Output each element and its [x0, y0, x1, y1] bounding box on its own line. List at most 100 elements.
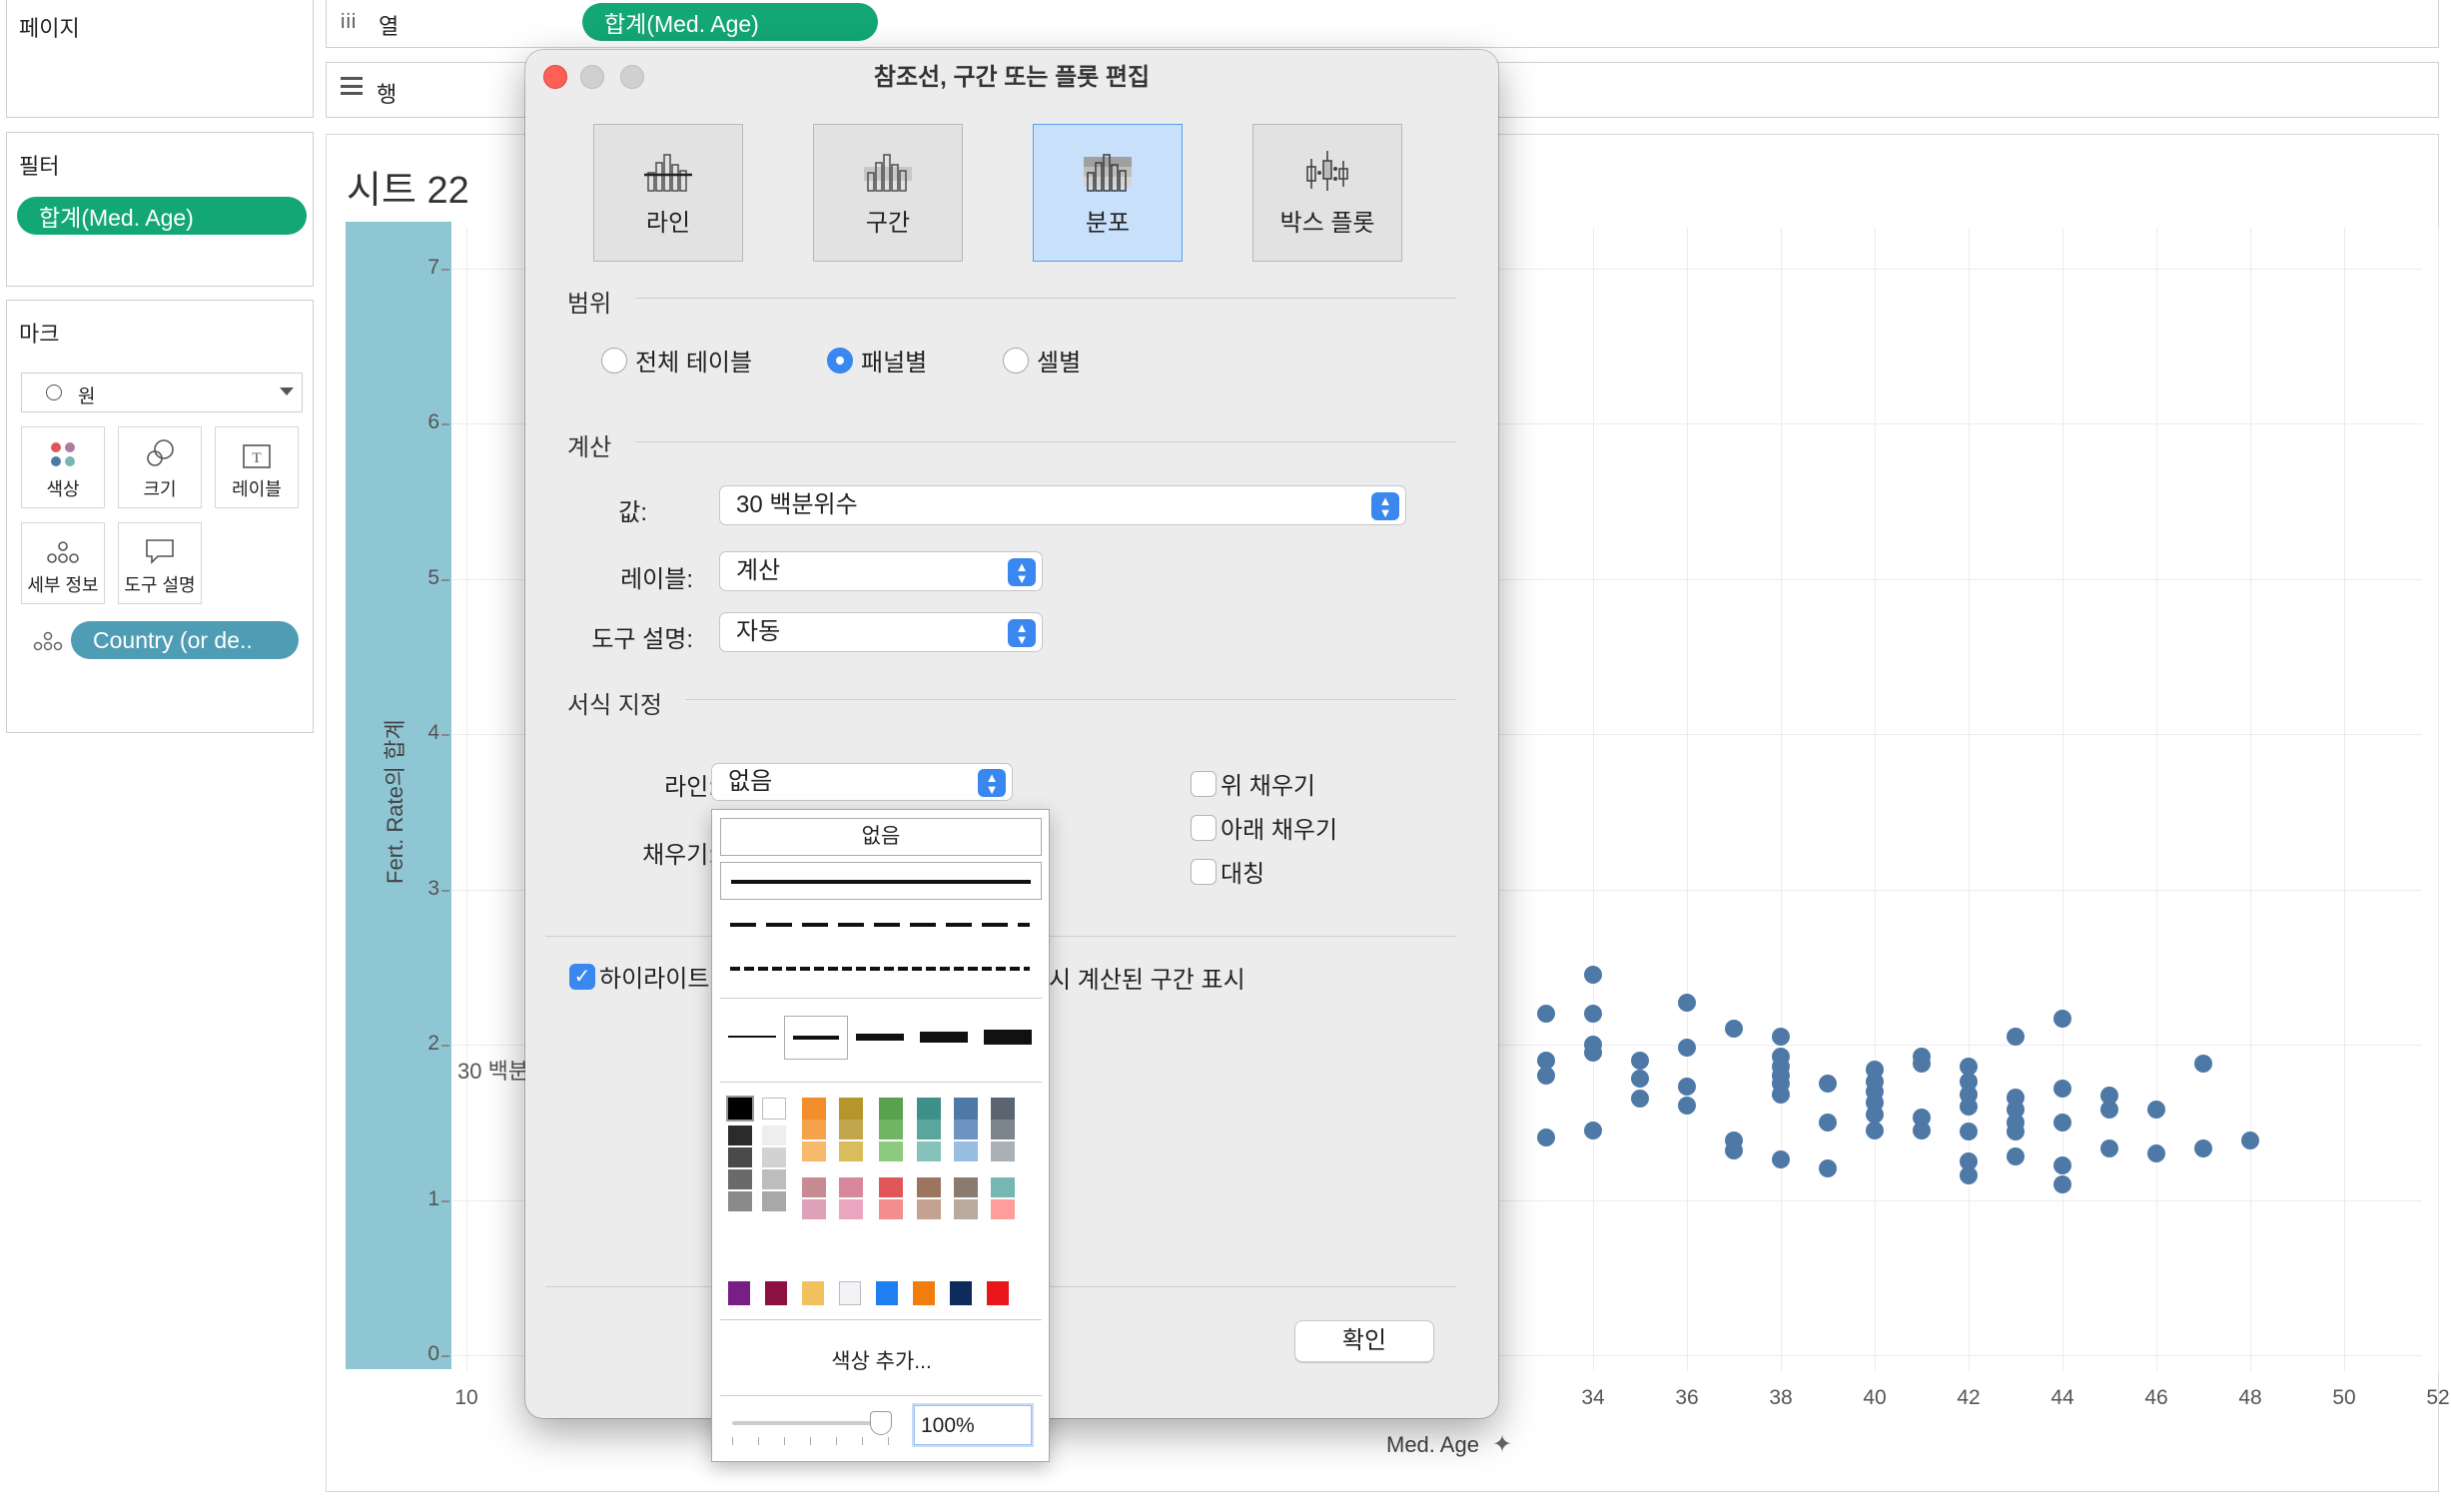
color-swatch[interactable]: [950, 1281, 972, 1305]
line-width-5[interactable]: [984, 1030, 1032, 1045]
color-swatch[interactable]: [761, 1126, 786, 1145]
color-swatch[interactable]: [801, 1098, 826, 1120]
color-swatch[interactable]: [839, 1199, 864, 1219]
circle-icon: [46, 384, 62, 400]
opacity-input[interactable]: 100%: [914, 1405, 1032, 1445]
line-width-4[interactable]: [920, 1032, 968, 1043]
size-button[interactable]: 크기: [118, 426, 202, 508]
color-swatch[interactable]: [879, 1141, 904, 1161]
ok-button[interactable]: 확인: [1294, 1320, 1434, 1362]
color-swatch[interactable]: [991, 1098, 1015, 1120]
size-icon: [119, 427, 201, 469]
color-swatch[interactable]: [839, 1141, 864, 1161]
color-swatch[interactable]: [953, 1199, 978, 1219]
color-swatch[interactable]: [801, 1141, 826, 1161]
line-select[interactable]: 없음 ▲ ▼: [711, 763, 1013, 801]
opacity-slider[interactable]: [732, 1411, 892, 1445]
color-swatch[interactable]: [953, 1141, 978, 1161]
type-line-button[interactable]: 라인: [593, 124, 743, 262]
color-swatch[interactable]: [953, 1098, 978, 1120]
type-band-button[interactable]: 구간: [813, 124, 963, 262]
color-swatch[interactable]: [761, 1098, 786, 1120]
line-none-option[interactable]: 없음: [720, 818, 1042, 856]
symmetric-checkbox[interactable]: 대칭: [1191, 854, 1264, 889]
color-swatch[interactable]: [801, 1199, 826, 1219]
highlight-checkbox[interactable]: ✓ 하이라이트: [569, 959, 709, 994]
color-swatch[interactable]: [801, 1120, 826, 1139]
color-swatch[interactable]: [802, 1281, 824, 1305]
color-swatch[interactable]: [761, 1147, 786, 1167]
color-swatch[interactable]: [879, 1199, 904, 1219]
tooltip-button[interactable]: 도구 설명: [118, 522, 202, 604]
zoom-window-button[interactable]: [620, 65, 644, 89]
color-swatch[interactable]: [761, 1191, 786, 1211]
fill-above-checkbox[interactable]: 위 채우기: [1191, 766, 1315, 801]
color-swatch[interactable]: [916, 1199, 941, 1219]
line-width-1[interactable]: [728, 1036, 776, 1038]
color-swatch[interactable]: [728, 1281, 750, 1305]
filter-pill[interactable]: 합계(Med. Age): [17, 197, 307, 235]
line-width-3[interactable]: [856, 1034, 904, 1041]
color-swatch[interactable]: [765, 1281, 787, 1305]
color-swatch[interactable]: [916, 1141, 941, 1161]
rows-label: 행: [377, 82, 398, 107]
highlight-label-right: 시 계산된 구간 표시: [1049, 967, 1245, 994]
line-solid-option[interactable]: [720, 862, 1042, 900]
stepper-icon: ▲ ▼: [1008, 558, 1036, 586]
checkbox-box: [1191, 814, 1217, 841]
type-distribution-button[interactable]: 분포: [1033, 124, 1183, 262]
color-button[interactable]: 색상: [21, 426, 105, 508]
value-select[interactable]: 30 백분위수 ▲ ▼: [719, 485, 1406, 525]
minimize-window-button[interactable]: [580, 65, 604, 89]
scope-per-cell-radio[interactable]: 셀별: [1003, 343, 1081, 378]
color-swatch[interactable]: [987, 1281, 1009, 1305]
color-swatch[interactable]: [725, 1096, 754, 1122]
color-swatch[interactable]: [801, 1177, 826, 1197]
color-swatch[interactable]: [913, 1281, 935, 1305]
color-swatch[interactable]: [839, 1281, 861, 1305]
color-swatch[interactable]: [953, 1120, 978, 1139]
scope-per-pane-radio[interactable]: 패널별: [827, 343, 927, 378]
label-select[interactable]: 계산 ▲ ▼: [719, 551, 1043, 591]
color-swatch[interactable]: [916, 1098, 941, 1120]
tooltip-select-text: 자동: [736, 618, 781, 645]
color-swatch[interactable]: [991, 1141, 1015, 1161]
close-window-button[interactable]: [543, 65, 567, 89]
color-swatch[interactable]: [953, 1177, 978, 1197]
color-swatch[interactable]: [879, 1120, 904, 1139]
color-swatch[interactable]: [876, 1281, 898, 1305]
line-width-2[interactable]: [784, 1016, 848, 1060]
color-swatch[interactable]: [839, 1120, 864, 1139]
line-dashed-option[interactable]: [720, 906, 1042, 944]
columns-pill[interactable]: 합계(Med. Age): [582, 3, 878, 41]
pin-icon[interactable]: ✦: [1492, 1430, 1512, 1459]
color-swatch[interactable]: [727, 1169, 752, 1189]
detail-pill[interactable]: Country (or de..: [71, 621, 299, 659]
color-swatch[interactable]: [916, 1120, 941, 1139]
color-swatch[interactable]: [879, 1098, 904, 1120]
columns-label: 열: [379, 14, 400, 39]
color-swatch[interactable]: [839, 1098, 864, 1120]
mark-type-dropdown[interactable]: 원: [21, 373, 303, 412]
color-swatch[interactable]: [879, 1177, 904, 1197]
add-color-button[interactable]: 색상 추가...: [712, 1345, 1051, 1375]
value-label: 값:: [618, 499, 647, 526]
color-swatch[interactable]: [916, 1177, 941, 1197]
color-swatch[interactable]: [761, 1169, 786, 1189]
fill-below-checkbox[interactable]: 아래 채우기: [1191, 810, 1337, 845]
scope-entire-table-radio[interactable]: 전체 테이블: [601, 343, 752, 378]
color-swatch[interactable]: [727, 1126, 752, 1145]
detail-button[interactable]: 세부 정보: [21, 522, 105, 604]
color-swatch[interactable]: [727, 1191, 752, 1211]
color-swatch[interactable]: [991, 1177, 1015, 1197]
color-swatch[interactable]: [727, 1147, 752, 1167]
line-dotted-option[interactable]: [720, 950, 1042, 988]
color-swatch[interactable]: [991, 1120, 1015, 1139]
slider-thumb[interactable]: [870, 1411, 892, 1435]
type-boxplot-button[interactable]: 박스 플롯: [1252, 124, 1402, 262]
color-swatch[interactable]: [991, 1199, 1015, 1219]
popup-divider: [720, 998, 1042, 999]
color-swatch[interactable]: [839, 1177, 864, 1197]
label-button[interactable]: T 레이블: [215, 426, 299, 508]
tooltip-select[interactable]: 자동 ▲ ▼: [719, 612, 1043, 652]
